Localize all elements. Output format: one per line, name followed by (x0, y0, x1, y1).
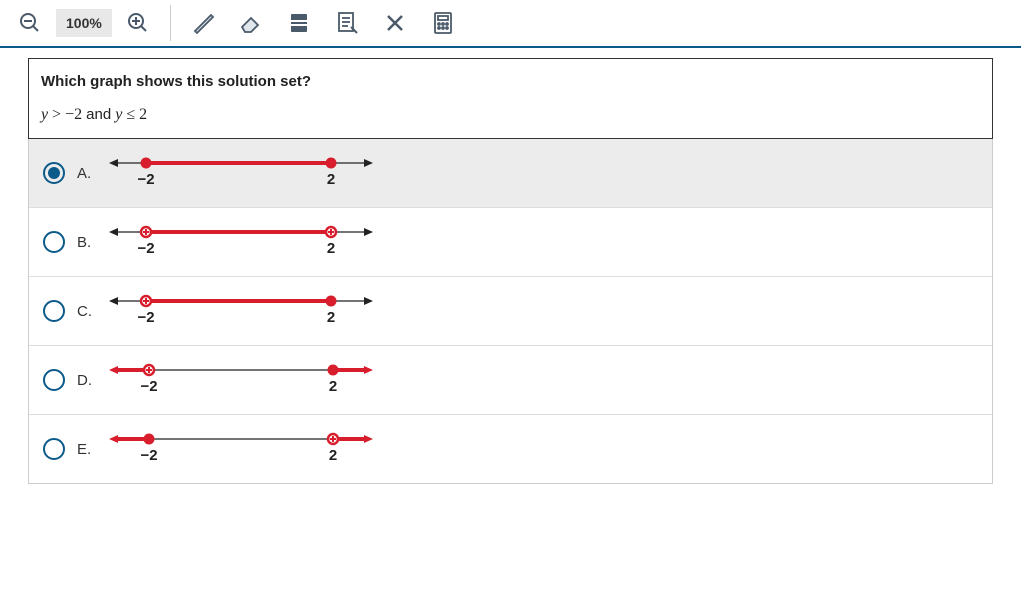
radio-d[interactable] (43, 369, 65, 391)
option-row-e[interactable]: E. −2 2 (29, 414, 992, 483)
graph-label-right: 2 (329, 378, 337, 395)
radio-a[interactable] (43, 162, 65, 184)
calculator-tool[interactable] (421, 1, 465, 45)
option-label: C. (77, 303, 101, 320)
graph-label-left: −2 (140, 447, 157, 464)
highlighter-tool[interactable] (181, 1, 225, 45)
number-line-graph: −2 2 (101, 222, 381, 262)
math-expression: y > −2 and y ≤ 2 (41, 106, 980, 124)
graph-label-left: −2 (140, 378, 157, 395)
number-line-graph: −2 2 (101, 429, 381, 469)
question-box: Which graph shows this solution set? y >… (28, 58, 993, 139)
option-row-a[interactable]: A. −2 2 (29, 139, 992, 207)
number-line-graph: −2 2 (101, 291, 381, 331)
graph-label-right: 2 (327, 309, 335, 326)
radio-e[interactable] (43, 438, 65, 460)
graph-label-right: 2 (327, 240, 335, 257)
option-row-d[interactable]: D. −2 2 (29, 345, 992, 414)
zoom-out-button[interactable] (8, 1, 52, 45)
cross-out-tool[interactable] (373, 1, 417, 45)
graph-label-right: 2 (327, 171, 335, 188)
option-label: A. (77, 165, 101, 182)
option-row-b[interactable]: B. −2 2 (29, 207, 992, 276)
radio-b[interactable] (43, 231, 65, 253)
option-label: E. (77, 441, 101, 458)
graph-label-left: −2 (137, 171, 154, 188)
option-label: D. (77, 372, 101, 389)
graph-label-left: −2 (137, 240, 154, 257)
reference-tool[interactable] (277, 1, 321, 45)
graph-label-right: 2 (329, 447, 337, 464)
notes-tool[interactable] (325, 1, 369, 45)
toolbar-divider (170, 5, 171, 41)
radio-c[interactable] (43, 300, 65, 322)
zoom-level-display: 100% (56, 9, 112, 37)
graph-label-left: −2 (137, 309, 154, 326)
option-label: B. (77, 234, 101, 251)
number-line-graph: −2 2 (101, 153, 381, 193)
app-container: 100% (0, 0, 1021, 484)
toolbar: 100% (0, 0, 1021, 48)
number-line-graph: −2 2 (101, 360, 381, 400)
option-row-c[interactable]: C. −2 2 (29, 276, 992, 345)
zoom-in-button[interactable] (116, 1, 160, 45)
options-list: A. −2 2 B. −2 2 C. −2 (28, 139, 993, 484)
question-prompt: Which graph shows this solution set? (41, 73, 980, 90)
eraser-tool[interactable] (229, 1, 273, 45)
